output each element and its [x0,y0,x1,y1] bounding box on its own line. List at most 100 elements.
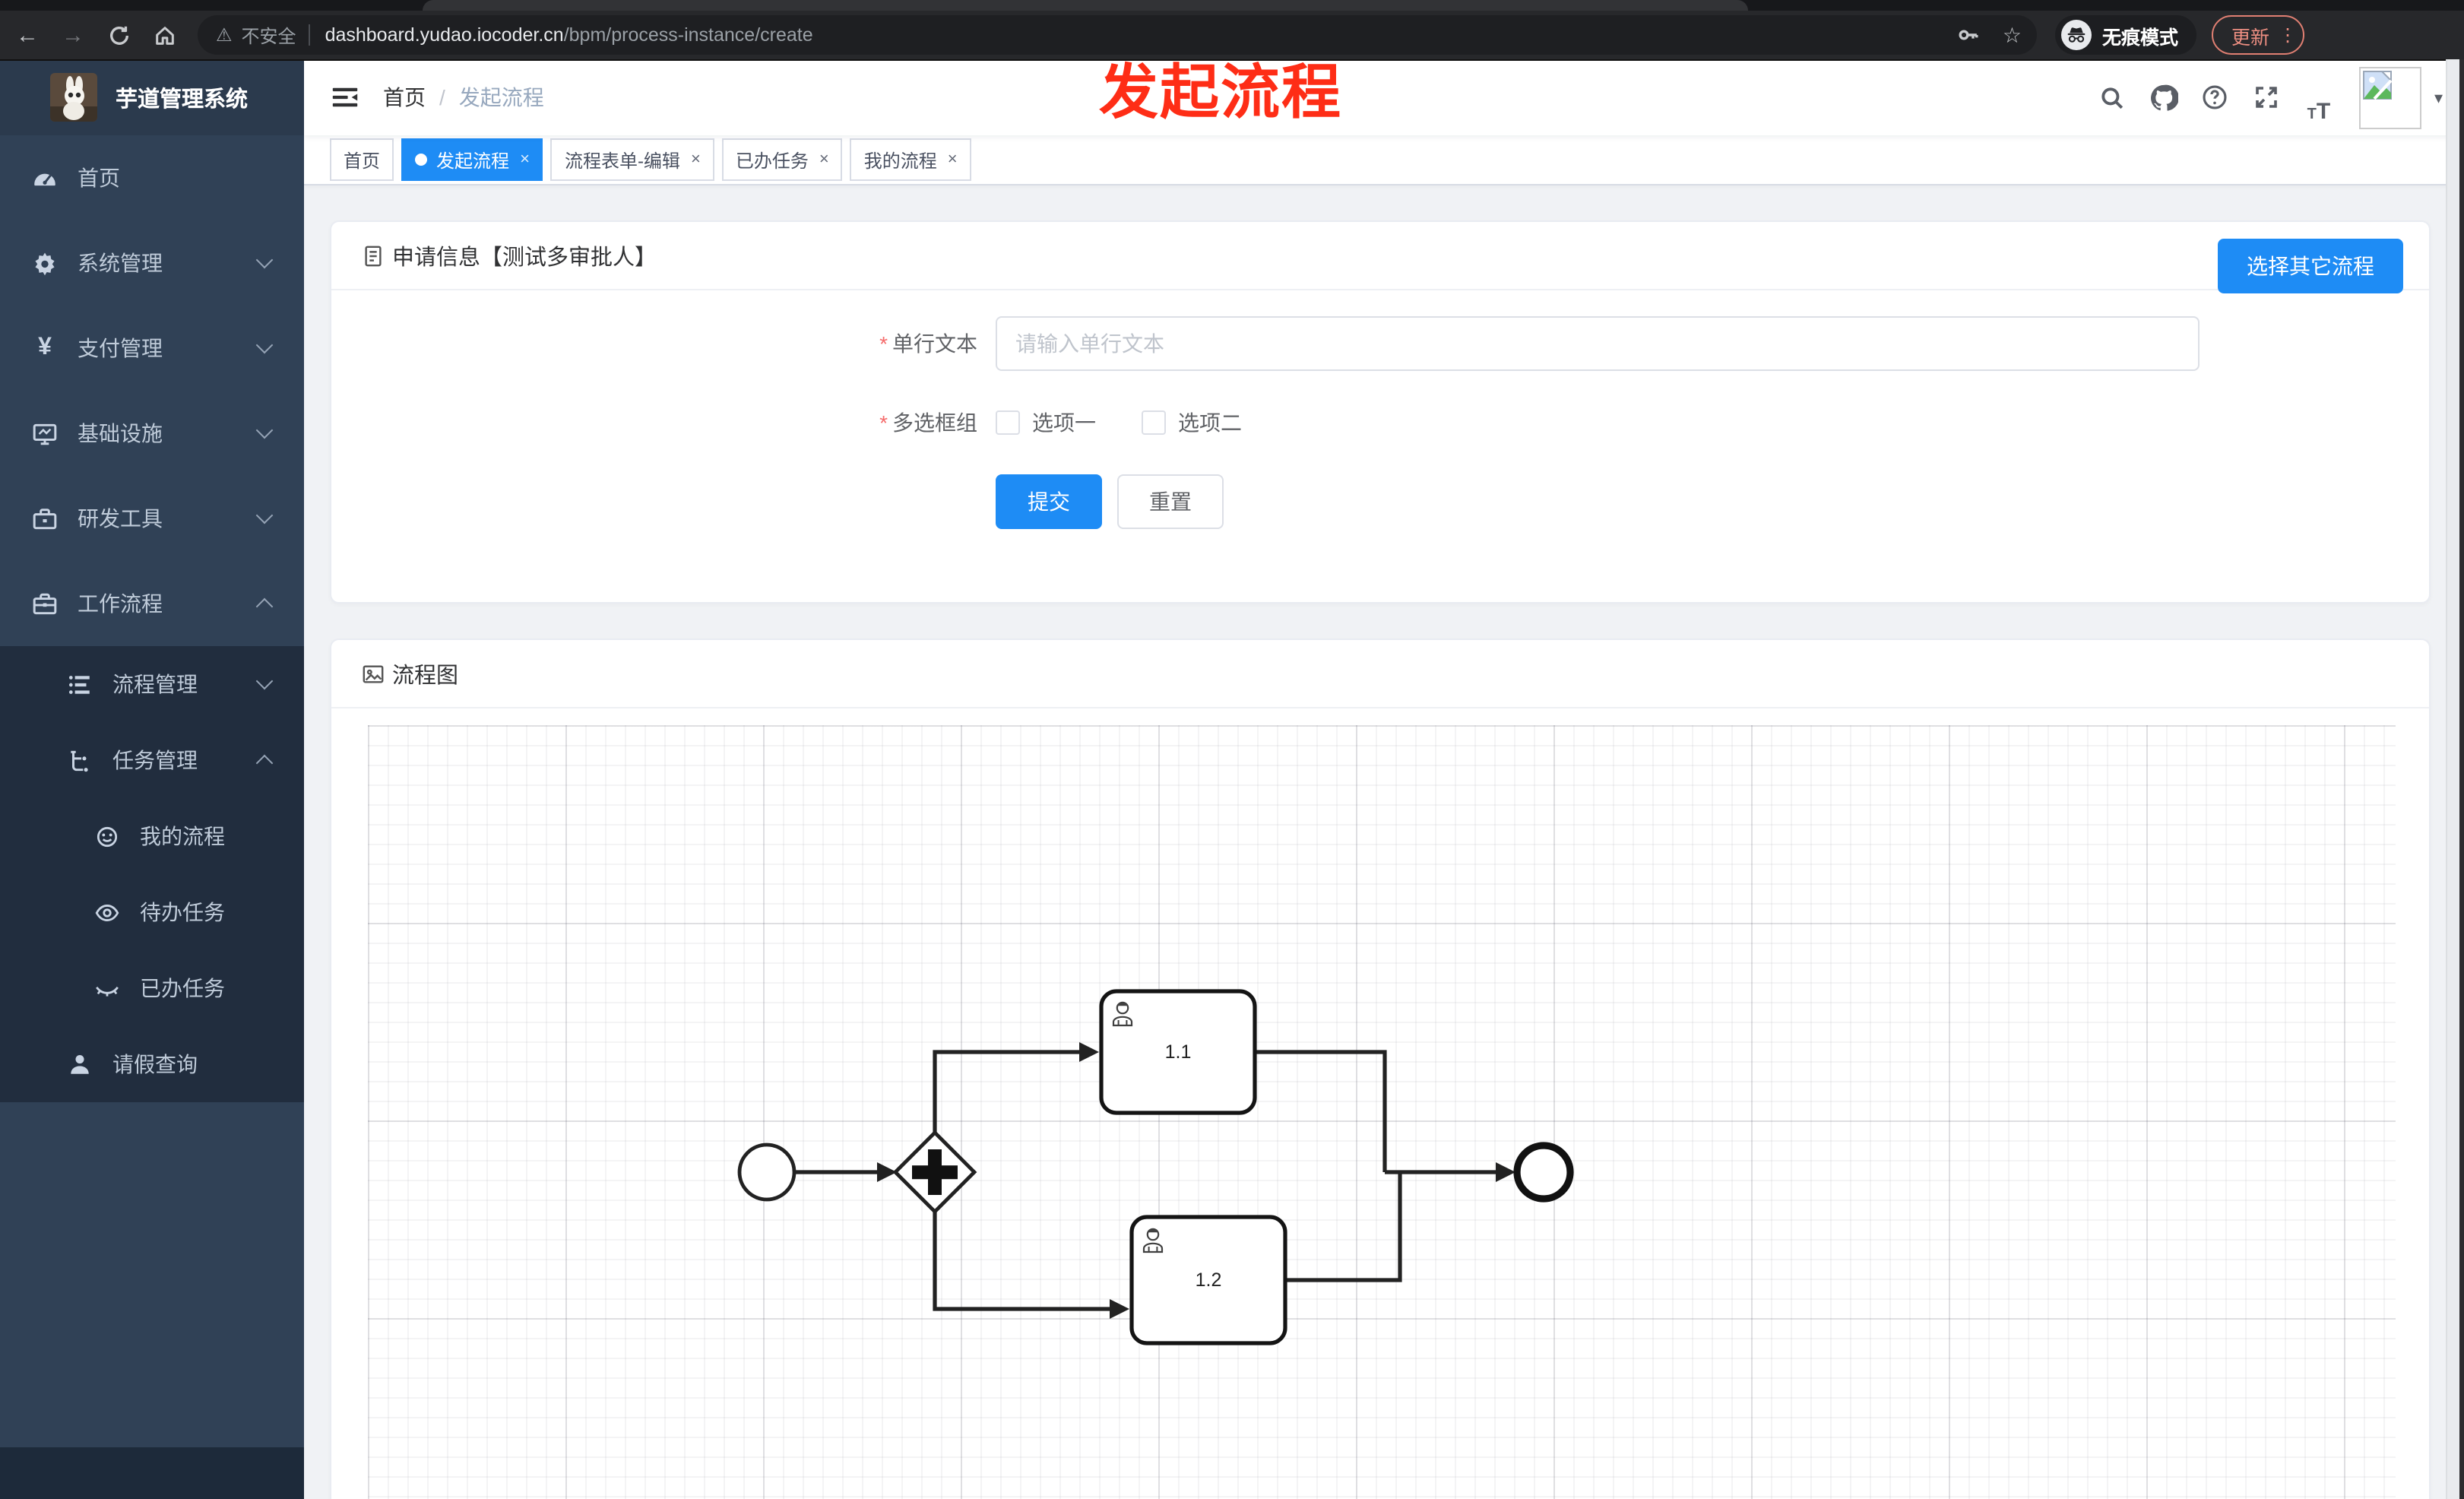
submit-button[interactable]: 提交 [996,474,1102,529]
not-secure-warning-icon: ⚠ [216,24,233,46]
single-line-text-row: * 单行文本 [331,316,2429,371]
tab-done-tasks[interactable]: 已办任务 × [721,138,843,181]
sidebar-item-todo-tasks[interactable]: 待办任务 [0,874,304,950]
close-icon[interactable]: × [520,151,530,169]
reload-icon[interactable] [100,17,137,53]
sidebar-item-process-mgmt[interactable]: 流程管理 [0,646,304,722]
workflow-submenu: 流程管理 任务管理 我的流程 待办任务 已办任务 请假查询 [0,646,304,1102]
tab-my-process[interactable]: 我的流程 × [850,138,971,181]
home-icon[interactable] [146,17,182,53]
end-event-node[interactable] [1513,1142,1574,1203]
avatar[interactable] [2359,66,2422,128]
breadcrumb: 首页 / 发起流程 [383,82,544,113]
close-icon[interactable]: × [948,151,958,169]
checkbox-option-1[interactable]: 选项一 [996,407,1096,438]
search-icon[interactable] [2086,71,2138,123]
bpmn-canvas[interactable]: 1.1 1.2 [368,725,2396,1499]
sidebar-item-label: 基础设施 [78,421,163,445]
logo-row[interactable]: 芋道管理系统 [0,59,304,135]
chevron-up-icon [255,597,274,616]
sidebar-item-done-tasks[interactable]: 已办任务 [0,950,304,1026]
sidebar-item-workflow[interactable]: 工作流程 [0,561,304,646]
sidebar-item-payment[interactable]: ¥ 支付管理 [0,306,304,391]
help-icon[interactable] [2190,71,2241,123]
sidebar-item-my-process[interactable]: 我的流程 [0,798,304,874]
forward-icon[interactable]: → [55,17,91,53]
parallel-gateway-node[interactable] [892,1130,977,1215]
tab-start-process[interactable]: 发起流程 × [401,138,543,181]
picture-icon [362,662,385,685]
back-icon[interactable]: ← [9,17,46,53]
logo-rabbit-image [50,73,97,122]
toolbox-icon [32,505,58,531]
sidebar-item-label: 任务管理 [112,748,198,772]
sidebar-item-system[interactable]: 系统管理 [0,220,304,306]
tab-form-edit[interactable]: 流程表单-编辑 × [550,138,714,181]
required-asterisk: * [879,331,888,356]
chevron-down-icon [255,506,274,524]
briefcase-icon [32,591,58,616]
checkbox-option-2[interactable]: 选项二 [1142,407,1242,438]
reset-button[interactable]: 重置 [1117,474,1224,529]
app-header: 首页 / 发起流程 T T ▾ [304,59,2464,135]
close-icon[interactable]: × [691,151,701,169]
update-button[interactable]: 更新 ⋮ [2212,15,2305,55]
bookmark-star-icon[interactable]: ☆ [2003,22,2022,48]
font-size-icon[interactable]: TT [2293,71,2345,123]
close-icon[interactable]: × [819,151,829,169]
main-area: 首页 / 发起流程 T T ▾ 首页 发起流程 × 流程表单-编辑 × 已办任务… [304,59,2464,1499]
tab-home[interactable]: 首页 [330,138,394,181]
person-icon [67,1051,93,1077]
list-tree-icon [67,671,93,697]
chrome-menu-icon[interactable]: ⋮ [2279,24,2297,46]
bpmn-diagram: 1.1 1.2 [737,989,1574,1345]
breadcrumb-current: 发起流程 [458,85,544,109]
chevron-up-icon [255,754,274,772]
sidebar-item-label: 研发工具 [78,506,163,531]
incognito-label: 无痕模式 [2102,27,2179,48]
github-icon[interactable] [2138,71,2190,123]
annotation-text: 发起流程 [1099,61,1343,126]
sidebar-item-label: 待办任务 [140,900,225,924]
sidebar-item-label: 支付管理 [78,336,163,360]
sidebar-item-leave-query[interactable]: 请假查询 [0,1026,304,1102]
flow-diagram-card-header: 流程图 [331,640,2429,708]
form-actions-row: 提交 重置 [331,474,2429,529]
chevron-down-icon [255,336,274,354]
url-path: /bpm/process-instance/create [563,24,813,46]
sidebar-item-label: 系统管理 [78,251,163,275]
sidebar-item-label: 工作流程 [78,591,163,616]
checkbox-icon[interactable] [996,410,1020,435]
avatar-caret-icon[interactable]: ▾ [2434,87,2443,107]
page-content: 申请信息【测试多审批人】 选择其它流程 * 单行文本 请输入单行文本 * 多选框… [304,184,2464,1499]
checkbox-icon[interactable] [1142,410,1166,435]
sidebar-item-label: 首页 [78,166,120,190]
sidebar-item-label: 请假查询 [112,1052,198,1076]
breadcrumb-home[interactable]: 首页 [383,82,426,113]
sidebar-item-label: 流程管理 [112,672,198,696]
browser-tab[interactable] [423,0,1748,11]
sidebar-item-devtools[interactable]: 研发工具 [0,476,304,561]
password-key-icon[interactable] [1957,23,1981,47]
apply-form: *单行文本 *多选框组 [331,290,2429,529]
document-icon [362,244,385,267]
sidebar-item-label: 已办任务 [140,976,225,1000]
broken-image-icon [2363,70,2393,100]
yen-icon: ¥ [38,334,52,360]
sidebar-item-infra[interactable]: 基础设施 [0,391,304,476]
sidebar-item-home[interactable]: 首页 [0,135,304,220]
sidebar-item-task-mgmt[interactable]: 任务管理 [0,722,304,798]
fullscreen-icon[interactable] [2241,71,2293,123]
vertical-scrollbar[interactable] [2446,59,2464,1499]
tags-view-bar: 首页 发起流程 × 流程表单-编辑 × 已办任务 × 我的流程 × [304,135,2464,185]
choose-other-process-button[interactable]: 选择其它流程 [2218,239,2403,293]
dashboard-icon [32,165,58,191]
task-label: 1.1 [1165,1041,1192,1063]
sidebar-menu: 首页 系统管理 ¥ 支付管理 基础设施 研发工具 工作流程 流程管理 任务管理 … [0,135,304,1102]
user-task-node-1-1[interactable]: 1.1 [1099,989,1257,1115]
url-host: dashboard.yudao.iocoder.cn [325,24,564,46]
start-event-node[interactable] [737,1142,797,1202]
single-line-text-input[interactable] [996,316,2200,371]
hamburger-fold-icon[interactable] [331,84,359,111]
user-task-node-1-2[interactable]: 1.2 [1129,1215,1287,1345]
